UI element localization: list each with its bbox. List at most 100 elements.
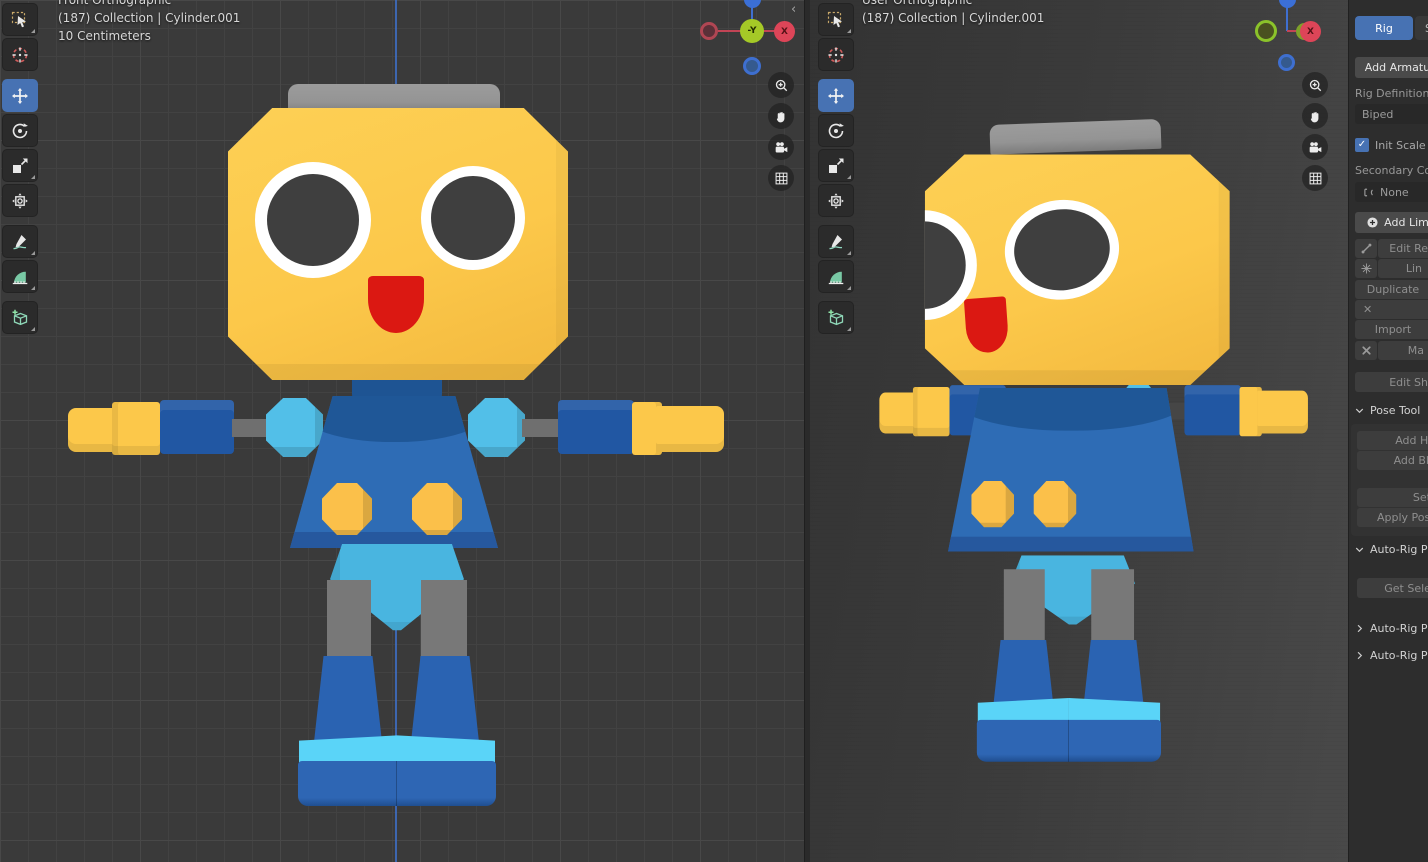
robot-wrist-left bbox=[913, 387, 950, 436]
auto-rig-pro-header[interactable]: Auto-Rig Pro bbox=[1353, 543, 1428, 556]
robot-hand-left bbox=[879, 393, 917, 434]
robot-eye-right bbox=[999, 193, 1125, 306]
chevron-right-icon bbox=[1353, 622, 1366, 635]
bones-icon-button[interactable] bbox=[1355, 341, 1377, 360]
get-selected-button[interactable]: Get Selec bbox=[1357, 578, 1428, 598]
gizmo-neg-x-ball[interactable] bbox=[700, 22, 718, 40]
scale-tool-button[interactable] bbox=[818, 149, 854, 182]
set-button[interactable]: Set bbox=[1357, 488, 1428, 507]
viewport-user[interactable]: User Orthographic (187) Collection | Cyl… bbox=[810, 0, 1428, 862]
gizmo-y-ball[interactable] bbox=[1255, 20, 1277, 42]
gizmo-z-ball[interactable] bbox=[1279, 0, 1296, 8]
tool-group-corner-icon bbox=[847, 29, 851, 33]
add-cube-tool-button[interactable] bbox=[818, 301, 854, 334]
nav-buttons bbox=[768, 72, 794, 196]
pose-tools-label: Pose Tool bbox=[1370, 404, 1420, 417]
auto-rig-pro-header-3[interactable]: Auto-Rig Pro bbox=[1353, 649, 1428, 662]
camera-button[interactable] bbox=[1302, 134, 1328, 160]
annotate-tool-button[interactable] bbox=[818, 225, 854, 258]
auto-rig-pro-header-2[interactable]: Auto-Rig Pro bbox=[1353, 622, 1428, 635]
armature-icon-button[interactable] bbox=[1355, 239, 1377, 258]
pose-tools-header[interactable]: Pose Tool bbox=[1353, 404, 1420, 417]
scale-tool-button[interactable] bbox=[2, 149, 38, 182]
tool-group-corner-icon bbox=[847, 175, 851, 179]
secondary-controllers-dropdown[interactable]: None bbox=[1355, 182, 1428, 202]
add-limb-label: Add Limb bbox=[1384, 216, 1428, 229]
zoom-button[interactable] bbox=[1302, 72, 1328, 98]
tool-group-corner-icon bbox=[31, 251, 35, 255]
robot-head-cap bbox=[989, 119, 1161, 155]
add-limb-button[interactable]: Add Limb bbox=[1355, 212, 1428, 233]
view-label: User Orthographic bbox=[862, 0, 1044, 9]
gizmo-neg-y-ball[interactable]: -Y bbox=[740, 19, 764, 43]
viewport-header: User Orthographic (187) Collection | Cyl… bbox=[862, 0, 1044, 27]
link-button[interactable]: Lin bbox=[1378, 259, 1428, 278]
rotate-tool-button[interactable] bbox=[818, 114, 854, 147]
edit-shape-button[interactable]: Edit Sh bbox=[1355, 372, 1428, 392]
robot-pupil-right bbox=[431, 176, 515, 260]
edit-reference-button[interactable]: Edit Re bbox=[1378, 239, 1428, 258]
robot-forearm-left bbox=[160, 400, 234, 454]
add-armature-button[interactable]: Add Armature bbox=[1355, 57, 1428, 78]
cursor-tool-button[interactable] bbox=[2, 38, 38, 71]
gizmo-x-ball[interactable]: X bbox=[774, 21, 795, 42]
sidebar-collapse-arrow[interactable]: ‹ bbox=[791, 2, 796, 17]
robot-armrod-right bbox=[522, 419, 562, 437]
robot-feet-seam bbox=[1068, 720, 1069, 762]
blender-window: Front Orthographic (187) Collection | Cy… bbox=[0, 0, 1428, 862]
init-scale-checkbox[interactable]: ✓ bbox=[1355, 138, 1369, 152]
select-box-tool-button[interactable] bbox=[2, 3, 38, 36]
robot-chest bbox=[948, 388, 1194, 431]
add-hand-button[interactable]: Add Ha bbox=[1357, 431, 1428, 450]
tool-group-corner-icon bbox=[31, 175, 35, 179]
move-tool-button[interactable] bbox=[818, 79, 854, 112]
rig-definition-dropdown[interactable]: Biped bbox=[1355, 104, 1428, 124]
scale-info: 10 Centimeters bbox=[58, 27, 240, 45]
gizmo-neg-z-ball[interactable] bbox=[743, 57, 761, 75]
gizmo-neg-z-ball[interactable] bbox=[1278, 54, 1295, 71]
robot-eye-left bbox=[255, 162, 371, 278]
robot-wrist-left bbox=[112, 402, 160, 455]
transform-tool-button[interactable] bbox=[2, 184, 38, 217]
robot-boot-left bbox=[314, 656, 382, 742]
secondary-value: None bbox=[1380, 186, 1409, 199]
pan-button[interactable] bbox=[1302, 103, 1328, 129]
robot-leg-left bbox=[1004, 569, 1045, 651]
delete-button[interactable]: ✕ bbox=[1355, 300, 1428, 319]
apply-pose-button[interactable]: Apply Pose bbox=[1357, 508, 1428, 527]
grid-button[interactable] bbox=[1302, 165, 1328, 191]
robot-model[interactable] bbox=[0, 0, 804, 862]
annotate-tool-button[interactable] bbox=[2, 225, 38, 258]
pan-button[interactable] bbox=[768, 103, 794, 129]
add-blink-button[interactable]: Add Blin bbox=[1357, 451, 1428, 470]
add-cube-tool-button[interactable] bbox=[2, 301, 38, 334]
rotate-tool-button[interactable] bbox=[2, 114, 38, 147]
sparkle-icon-button[interactable] bbox=[1355, 259, 1377, 278]
import-button[interactable]: Import bbox=[1355, 320, 1428, 339]
camera-button[interactable] bbox=[768, 134, 794, 160]
tab-rig[interactable]: Rig bbox=[1355, 16, 1413, 40]
transform-tool-button[interactable] bbox=[818, 184, 854, 217]
zoom-button[interactable] bbox=[768, 72, 794, 98]
measure-tool-button[interactable] bbox=[818, 260, 854, 293]
viewport-front[interactable]: Front Orthographic (187) Collection | Cy… bbox=[0, 0, 804, 862]
duplicate-button[interactable]: Duplicate bbox=[1355, 280, 1428, 299]
move-tool-button[interactable] bbox=[2, 79, 38, 112]
tab-skin[interactable]: S bbox=[1415, 16, 1428, 40]
collection-info: (187) Collection | Cylinder.001 bbox=[862, 9, 1044, 27]
robot-leg-right bbox=[1091, 569, 1134, 651]
auto-rig-pro-label-2: Auto-Rig Pro bbox=[1370, 622, 1428, 635]
tool-group-corner-icon bbox=[847, 286, 851, 290]
grid-button[interactable] bbox=[768, 165, 794, 191]
measure-tool-button[interactable] bbox=[2, 260, 38, 293]
chevron-right-icon bbox=[1353, 649, 1366, 662]
gizmo-x-ball[interactable]: X bbox=[1300, 21, 1321, 42]
match-button[interactable]: Ma bbox=[1378, 341, 1428, 360]
robot-arm-right bbox=[464, 395, 734, 460]
select-box-tool-button[interactable] bbox=[818, 3, 854, 36]
cursor-tool-button[interactable] bbox=[818, 38, 854, 71]
robot-model-preview[interactable] bbox=[810, 13, 1274, 815]
robot-head bbox=[925, 154, 1230, 385]
robot-pupil-left bbox=[884, 221, 966, 308]
robot-arm-left bbox=[60, 395, 330, 460]
